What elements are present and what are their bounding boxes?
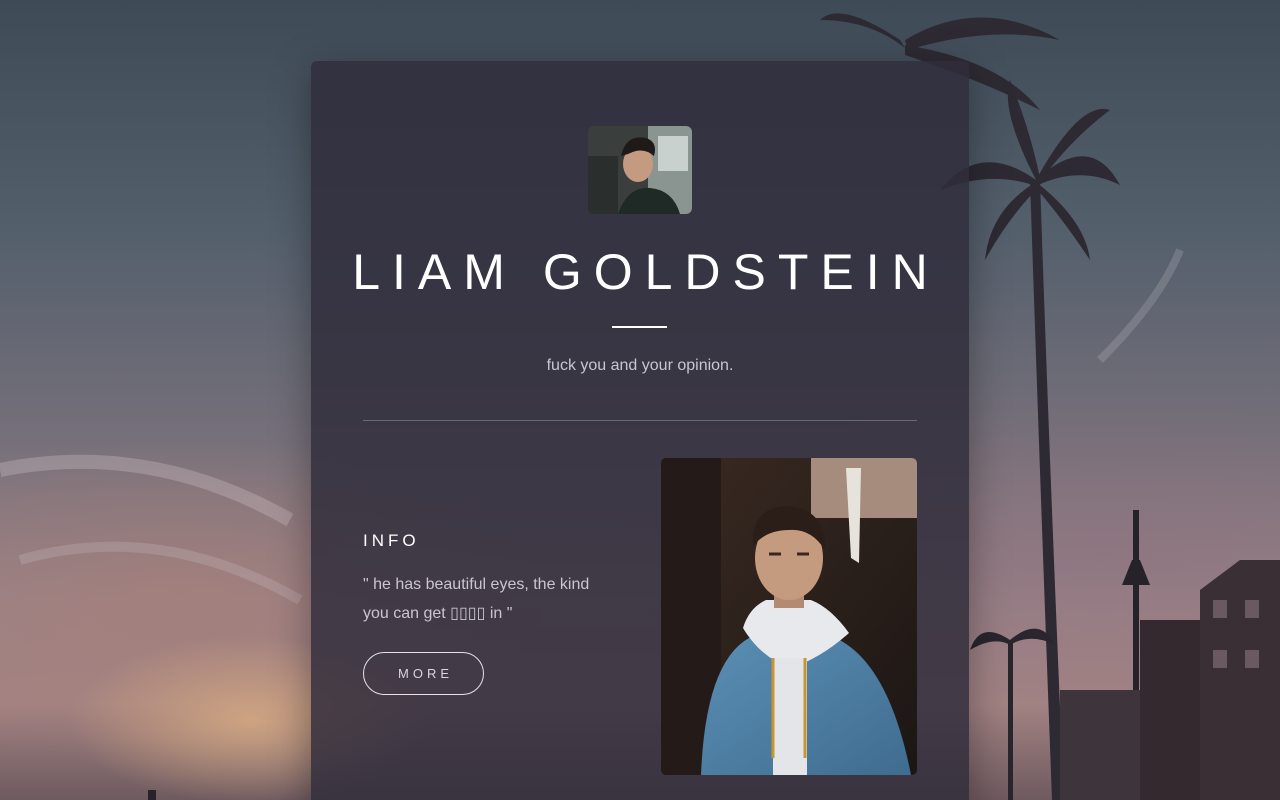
info-line-2: you can get ▯▯▯▯ in " (363, 605, 513, 622)
avatar-image (588, 126, 692, 214)
avatar[interactable] (588, 126, 692, 214)
profile-name: LIAM GOLDSTEIN (352, 244, 940, 300)
info-heading: INFO (363, 531, 420, 550)
info-line-1: " he has beautiful eyes, the kind (363, 576, 590, 593)
info-text: " he has beautiful eyes, the kind you ca… (363, 570, 613, 628)
name-underline (612, 326, 667, 328)
more-button[interactable]: MORE (363, 652, 484, 695)
portrait-image (661, 458, 917, 775)
feature-photo (661, 458, 917, 775)
profile-card: LIAM GOLDSTEIN fuck you and your opinion… (311, 61, 969, 800)
section-divider (363, 420, 917, 421)
profile-tagline: fuck you and your opinion. (546, 357, 734, 374)
